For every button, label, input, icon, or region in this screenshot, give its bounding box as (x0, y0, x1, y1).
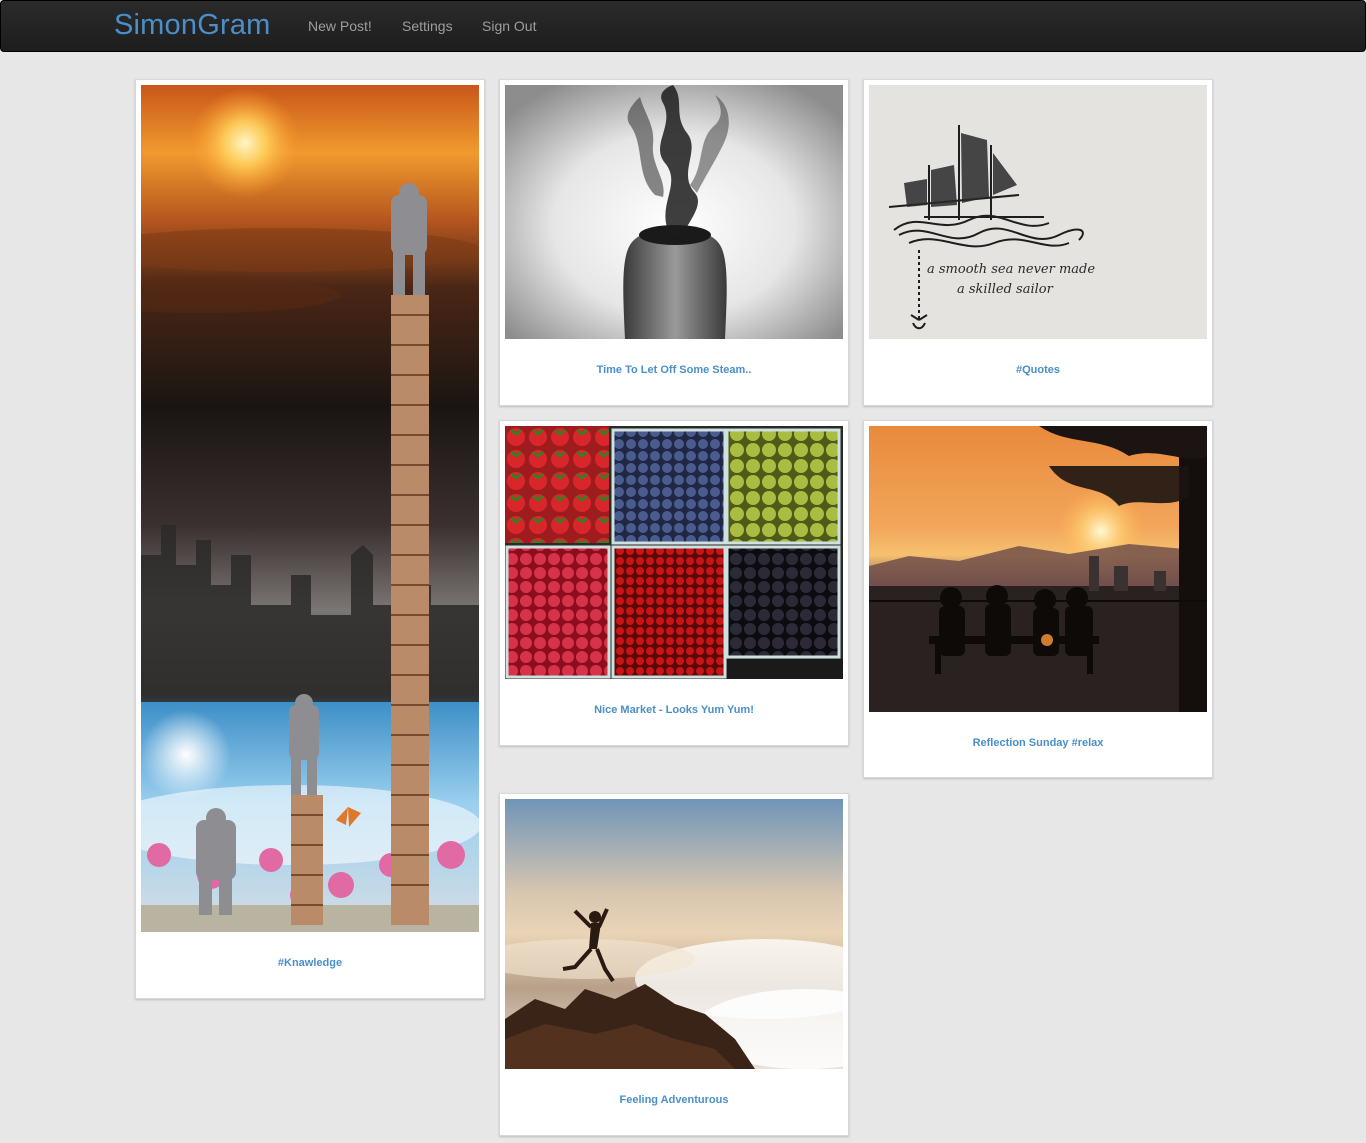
post-image[interactable] (141, 85, 479, 932)
post-image[interactable]: a smooth sea never made a skilled sailor (869, 85, 1207, 339)
nav-settings-link[interactable]: Settings (402, 18, 453, 34)
post-image[interactable] (869, 426, 1207, 712)
post-image[interactable] (505, 85, 843, 339)
post-image[interactable] (505, 426, 843, 679)
post-caption-link[interactable]: Time To Let Off Some Steam.. (500, 364, 848, 376)
brand-logo-link[interactable]: SimonGram (114, 9, 271, 42)
post-card: Time To Let Off Some Steam.. (499, 79, 849, 406)
post-caption-link[interactable]: Feeling Adventurous (500, 1094, 848, 1106)
quote-line-1: a smooth sea never made (927, 262, 1095, 277)
post-card: Nice Market - Looks Yum Yum! (499, 420, 849, 746)
post-caption-link[interactable]: #Knawledge (136, 957, 484, 969)
quote-line-2: a skilled sailor (957, 282, 1054, 297)
post-card: Reflection Sunday #relax (863, 420, 1213, 778)
top-navbar: SimonGram New Post! Settings Sign Out (0, 0, 1366, 52)
post-image[interactable] (505, 799, 843, 1069)
nav-new-post-link[interactable]: New Post! (308, 18, 372, 34)
post-caption-link[interactable]: #Quotes (864, 364, 1212, 376)
post-caption-link[interactable]: Reflection Sunday #relax (864, 737, 1212, 749)
post-card: a smooth sea never made a skilled sailor… (863, 79, 1213, 406)
post-card: Feeling Adventurous (499, 793, 849, 1136)
post-card: #Knawledge (135, 79, 485, 999)
nav-sign-out-link[interactable]: Sign Out (482, 18, 536, 34)
post-caption-link[interactable]: Nice Market - Looks Yum Yum! (500, 704, 848, 716)
